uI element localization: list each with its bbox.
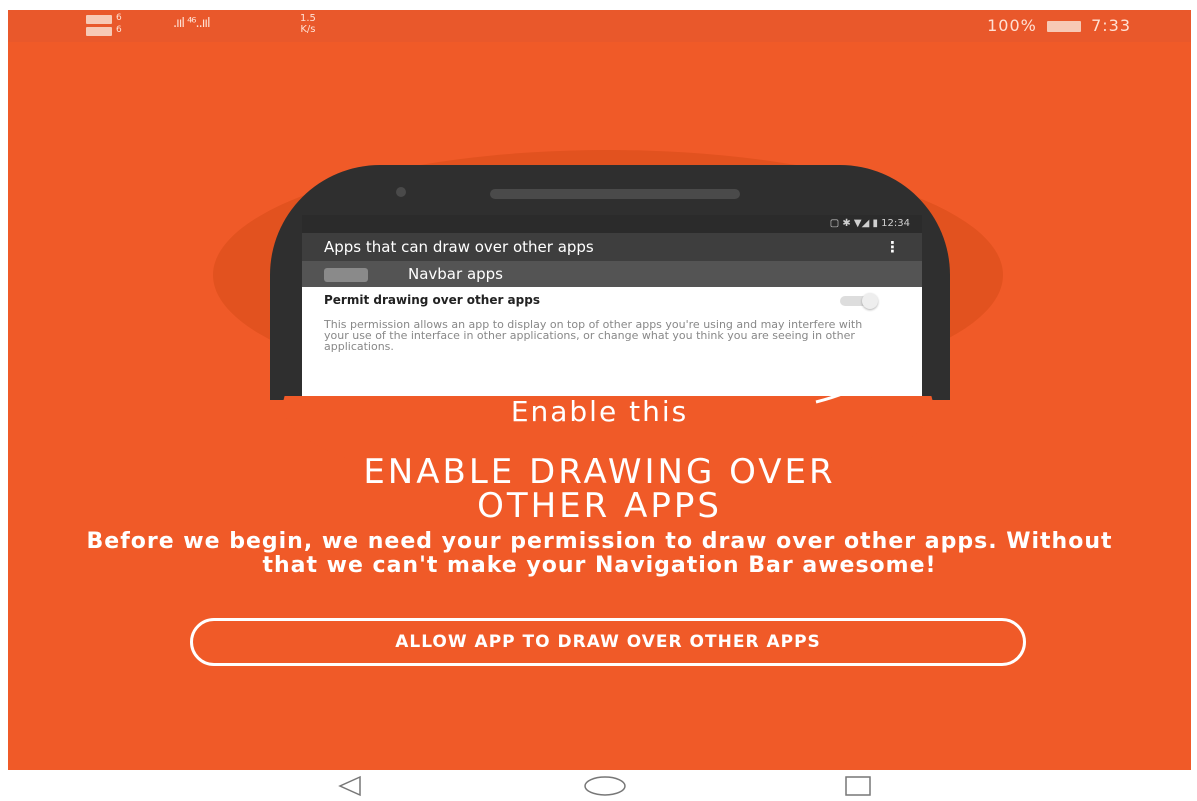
enable-hint: Enable this bbox=[510, 395, 689, 428]
navigation-bar bbox=[0, 770, 1197, 801]
permission-explanation: Before we begin, we need your permission… bbox=[86, 529, 1113, 578]
sim-icons: 6 6 bbox=[86, 13, 122, 39]
speed-unit: K/s bbox=[300, 24, 316, 35]
phone-app-header: Navbar apps bbox=[302, 261, 922, 287]
phone-status-bar: ▢ ✱ ▼◢ ▮ 12:34 bbox=[302, 215, 922, 233]
phone-app-name: Navbar apps bbox=[408, 265, 503, 283]
phone-camera-icon bbox=[396, 187, 406, 197]
phone-speaker-icon bbox=[490, 189, 740, 199]
recents-icon[interactable] bbox=[838, 774, 878, 798]
sim2-icon: 6 bbox=[86, 25, 122, 36]
sim2-label: 6 bbox=[116, 25, 122, 35]
more-vert-icon: ⋮ bbox=[885, 238, 900, 256]
clock: 7:33 bbox=[1091, 16, 1131, 35]
back-icon[interactable] bbox=[330, 774, 370, 798]
network-speed: 1.5 K/s bbox=[300, 13, 316, 35]
sim1-label: 6 bbox=[116, 13, 122, 23]
signal-icon: .ııl ⁴⁶..ııl bbox=[173, 16, 211, 31]
page-title: ENABLE DRAWING OVER OTHER APPS bbox=[8, 455, 1191, 523]
status-bar: 6 6 .ııl ⁴⁶..ııl 1.5 K/s 100% 7:33 bbox=[8, 10, 1191, 42]
curved-arrow-icon bbox=[815, 315, 918, 404]
app-screen: 6 6 .ııl ⁴⁶..ııl 1.5 K/s 100% 7:33 ▢ ✱ ▼… bbox=[8, 10, 1191, 770]
phone-status-time: 12:34 bbox=[881, 218, 910, 229]
status-right: 100% 7:33 bbox=[987, 16, 1131, 35]
speed-value: 1.5 bbox=[300, 13, 316, 24]
allow-draw-over-button[interactable]: ALLOW APP TO DRAW OVER OTHER APPS bbox=[190, 618, 1026, 666]
phone-appbar: Apps that can draw over other apps ⋮ bbox=[302, 233, 922, 261]
battery-percent: 100% bbox=[987, 16, 1037, 35]
home-icon[interactable] bbox=[582, 774, 628, 798]
app-icon bbox=[324, 267, 368, 282]
battery-icon bbox=[1046, 21, 1081, 32]
permission-description: This permission allows an app to display… bbox=[324, 318, 863, 353]
sim1-icon: 6 bbox=[86, 13, 122, 24]
phone-appbar-title: Apps that can draw over other apps bbox=[324, 238, 594, 256]
title-line-2: OTHER APPS bbox=[477, 486, 722, 526]
